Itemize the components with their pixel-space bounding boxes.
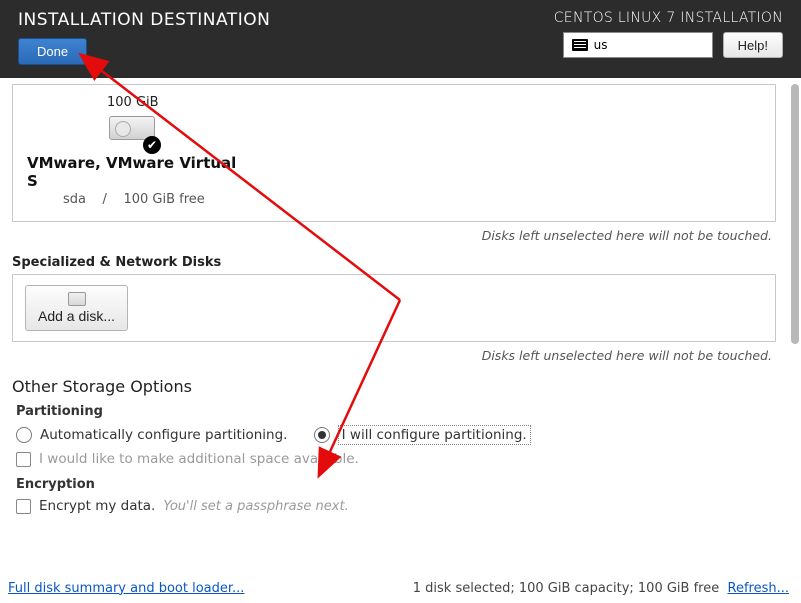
radio-auto-partitioning[interactable] <box>16 427 32 443</box>
footer-status: 1 disk selected; 100 GiB capacity; 100 G… <box>413 581 719 596</box>
checkbox-reclaim-space[interactable] <box>16 452 31 467</box>
disk-item[interactable]: 100 GiB ✔ VMware, VMware Virtual S sda /… <box>27 95 237 207</box>
checkbox-reclaim-label: I would like to make additional space av… <box>39 451 359 467</box>
check-icon: ✔ <box>143 136 161 154</box>
keyboard-layout-selector[interactable]: us <box>563 32 713 58</box>
partitioning-heading: Partitioning <box>16 404 776 419</box>
full-disk-summary-link[interactable]: Full disk summary and boot loader... <box>8 581 244 596</box>
add-disk-label: Add a disk... <box>38 308 115 324</box>
scrollbar-thumb[interactable] <box>791 84 799 344</box>
content-area: 100 GiB ✔ VMware, VMware Virtual S sda /… <box>0 78 788 575</box>
disk-sub: sda / 100 GiB free <box>63 192 205 207</box>
disk-graphic: ✔ <box>109 116 157 148</box>
disk-size: 100 GiB <box>107 95 159 110</box>
keyboard-icon <box>572 39 588 51</box>
add-disk-icon <box>68 292 86 306</box>
install-title: CENTOS LINUX 7 INSTALLATION <box>554 10 783 26</box>
hint-unselected-2: Disks left unselected here will not be t… <box>12 348 772 363</box>
radio-manual-partitioning[interactable] <box>314 427 330 443</box>
page-title: INSTALLATION DESTINATION <box>18 10 270 30</box>
footer-bar: Full disk summary and boot loader... 1 d… <box>0 577 801 603</box>
local-disks-panel: 100 GiB ✔ VMware, VMware Virtual S sda /… <box>12 84 776 222</box>
network-disks-label: Specialized & Network Disks <box>12 255 776 270</box>
radio-manual-label: I will configure partitioning. <box>338 425 531 445</box>
header-bar: INSTALLATION DESTINATION Done CENTOS LIN… <box>0 0 801 78</box>
other-storage-title: Other Storage Options <box>12 377 776 396</box>
checkbox-encrypt-label: Encrypt my data. <box>39 498 155 514</box>
encryption-heading: Encryption <box>16 477 776 492</box>
help-button[interactable]: Help! <box>723 32 783 58</box>
hint-unselected-1: Disks left unselected here will not be t… <box>12 228 772 243</box>
checkbox-encrypt[interactable] <box>16 499 31 514</box>
disk-name: VMware, VMware Virtual S <box>27 154 237 190</box>
keyboard-layout-value: us <box>594 38 608 52</box>
done-button[interactable]: Done <box>18 38 87 65</box>
refresh-link[interactable]: Refresh... <box>728 581 790 596</box>
add-disk-button[interactable]: Add a disk... <box>25 285 128 331</box>
radio-auto-label: Automatically configure partitioning. <box>40 427 287 443</box>
encrypt-hint: You'll set a passphrase next. <box>163 499 348 514</box>
network-disks-panel: Add a disk... <box>12 274 776 342</box>
